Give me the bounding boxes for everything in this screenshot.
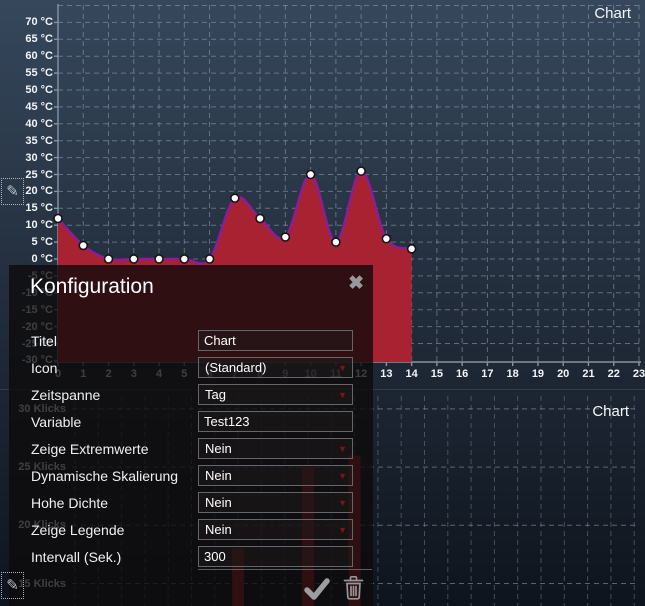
data-point (105, 255, 113, 263)
trash-icon (342, 574, 365, 601)
data-point (256, 214, 264, 222)
dialog-title: Konfiguration (30, 275, 154, 299)
zeige-legende-select[interactable]: Nein ▼ (198, 519, 353, 540)
data-point (155, 255, 163, 263)
field-label-dynamische-skalierung: Dynamische Skalierung (31, 468, 178, 484)
select-value: Nein (205, 495, 232, 510)
data-point (79, 241, 87, 249)
select-value: (Standard) (205, 360, 266, 375)
edit-chart2-button[interactable]: ✎ (1, 572, 24, 599)
zeige-extremwerte-select[interactable]: Nein ▼ (198, 438, 353, 459)
konfiguration-dialog: Konfiguration ✖ Titel Icon (Standard) ▼ … (9, 265, 373, 606)
close-icon[interactable]: ✖ (348, 272, 364, 295)
pencil-icon: ✎ (6, 184, 19, 199)
field-label-zeige-legende: Zeige Legende (31, 522, 124, 538)
field-label-zeige-extremwerte: Zeige Extremwerte (31, 441, 148, 457)
select-value: Nein (205, 522, 232, 537)
intervall-input[interactable] (198, 546, 353, 567)
field-label-titel: Titel (31, 333, 57, 349)
icon-select[interactable]: (Standard) ▼ (198, 357, 353, 378)
chevron-down-icon: ▼ (338, 358, 347, 378)
data-point (332, 238, 340, 246)
data-point (130, 255, 138, 263)
chevron-down-icon: ▼ (338, 466, 347, 486)
data-point (54, 214, 62, 222)
select-value: Nein (205, 441, 232, 456)
dynamische-skalierung-select[interactable]: Nein ▼ (198, 465, 353, 486)
field-label-icon: Icon (31, 360, 57, 376)
data-point (357, 167, 365, 175)
field-label-zeitspanne: Zeitspanne (31, 387, 100, 403)
variable-input[interactable] (198, 411, 353, 432)
hohe-dichte-select[interactable]: Nein ▼ (198, 492, 353, 513)
data-point (281, 233, 289, 241)
data-point (307, 171, 315, 179)
pencil-icon: ✎ (6, 578, 19, 593)
chart2-title: Chart (592, 403, 629, 420)
edit-chart1-button[interactable]: ✎ (1, 178, 24, 205)
chevron-down-icon: ▼ (338, 493, 347, 513)
field-label-variable: Variable (31, 414, 81, 430)
data-point (231, 194, 239, 202)
webfront-page: 70 °C65 °C60 °C55 °C50 °C45 °C40 °C35 °C… (0, 0, 645, 606)
zeitspanne-select[interactable]: Tag ▼ (198, 384, 353, 405)
chart1-title: Chart (594, 5, 631, 22)
chevron-down-icon: ▼ (338, 385, 347, 405)
field-label-intervall: Intervall (Sek.) (31, 549, 121, 565)
data-point (382, 235, 390, 243)
delete-button[interactable] (342, 574, 365, 606)
data-point (408, 245, 416, 253)
confirm-button[interactable] (303, 577, 331, 606)
data-point (180, 255, 188, 263)
field-label-hohe-dichte: Hohe Dichte (31, 495, 108, 511)
titel-input[interactable] (198, 330, 353, 351)
chevron-down-icon: ▼ (338, 520, 347, 540)
select-value: Tag (205, 387, 226, 402)
data-point (206, 255, 214, 263)
dialog-footer-divider (198, 569, 372, 570)
select-value: Nein (205, 468, 232, 483)
chevron-down-icon: ▼ (338, 439, 347, 459)
check-icon (303, 577, 331, 601)
